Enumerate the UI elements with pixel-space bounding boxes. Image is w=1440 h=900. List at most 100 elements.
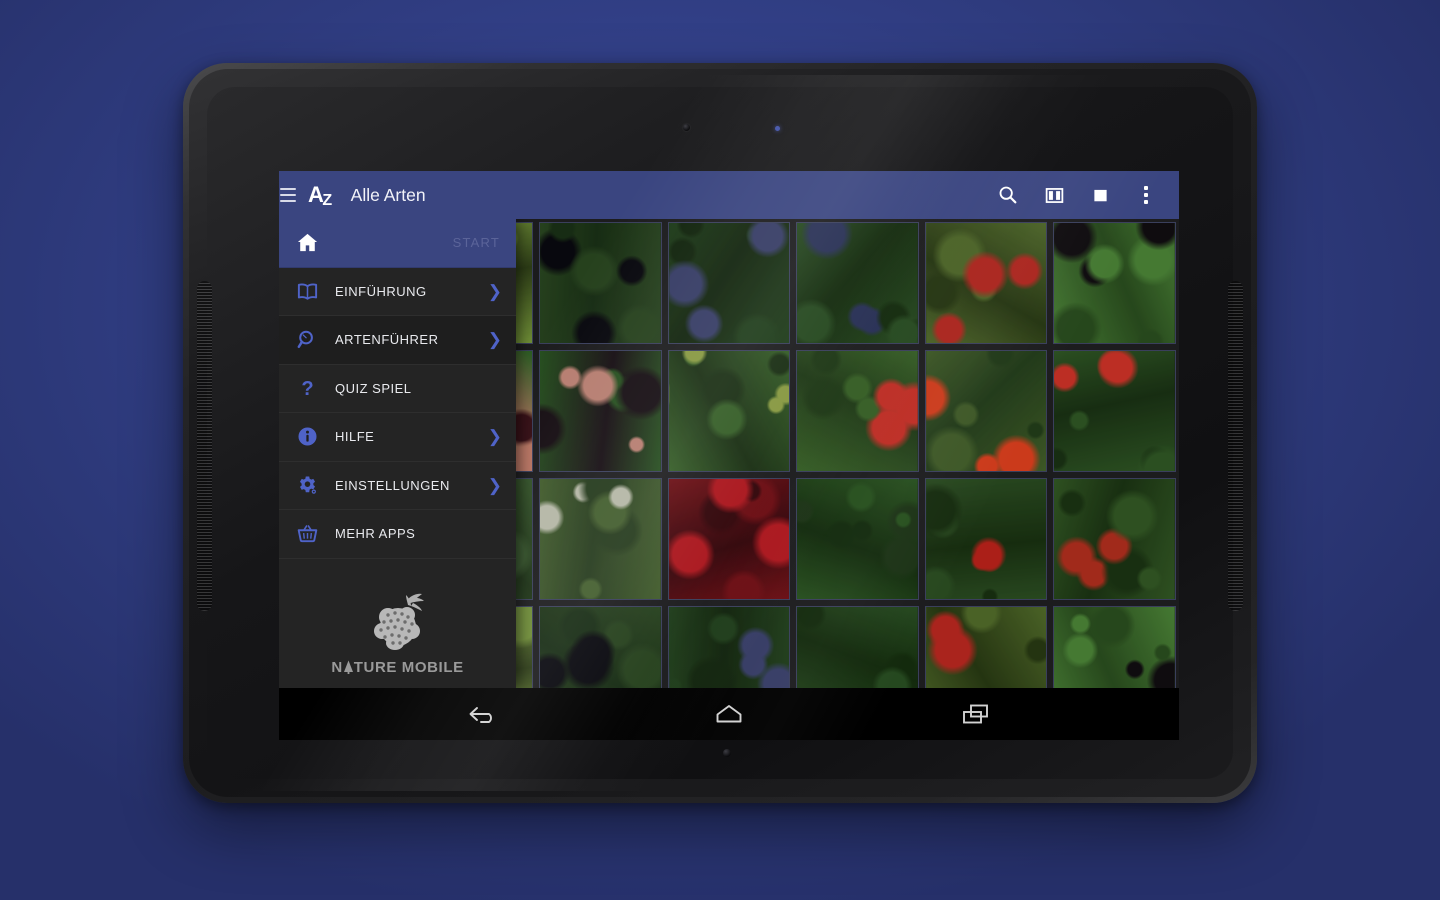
species-thumbnail[interactable] xyxy=(1053,350,1176,472)
species-thumbnail[interactable] xyxy=(539,478,662,600)
grid-cell[interactable] xyxy=(665,475,794,603)
drawer-item-mehr-apps[interactable]: MEHR APPS xyxy=(279,510,516,559)
magnifier-icon xyxy=(288,328,326,351)
drawer-item-start[interactable]: START xyxy=(279,219,516,268)
species-thumbnail[interactable] xyxy=(667,350,790,472)
home-icon xyxy=(288,231,326,254)
search-button[interactable] xyxy=(985,171,1031,219)
species-thumbnail[interactable] xyxy=(924,478,1047,600)
brand-footer: N TURE MOBILE xyxy=(279,591,516,688)
speaker-grille-left xyxy=(197,281,212,611)
grid-cell[interactable] xyxy=(665,603,794,688)
grid-cell[interactable] xyxy=(536,475,665,603)
drawer-item-einf-hrung[interactable]: EINFÜHRUNG ❯ xyxy=(279,268,516,316)
grid-cell[interactable] xyxy=(665,347,794,475)
home-button[interactable] xyxy=(689,688,769,740)
front-camera xyxy=(683,124,690,131)
grid-view-button[interactable] xyxy=(1077,171,1123,219)
brand-name-post: TURE MOBILE xyxy=(353,659,464,676)
app-bar-actions xyxy=(985,171,1179,219)
grid-cell[interactable] xyxy=(922,475,1051,603)
chevron-right-icon: ❯ xyxy=(487,330,502,350)
grid-cell[interactable] xyxy=(922,219,1051,347)
basket-icon xyxy=(288,522,326,545)
navigation-drawer: START EINFÜHRUNG ❯ ARTENFÜHRER ❯? QUIZ SPIEL H… xyxy=(279,219,516,688)
drawer-item-label: START xyxy=(452,235,500,251)
grid-cell[interactable] xyxy=(793,475,922,603)
recents-button[interactable] xyxy=(936,688,1016,740)
grid-view-icon xyxy=(1090,185,1111,206)
split-view-icon xyxy=(1044,185,1065,206)
chevron-right-icon: ❯ xyxy=(487,475,502,495)
content-area: START EINFÜHRUNG ❯ ARTENFÜHRER ❯? QUIZ SPIEL H… xyxy=(279,219,1179,688)
species-thumbnail[interactable] xyxy=(796,606,919,688)
question-mark-icon: ? xyxy=(288,377,326,400)
tree-glyph-icon xyxy=(343,659,354,676)
drawer-item-label: HILFE xyxy=(335,429,375,445)
home-pentagon-icon xyxy=(712,702,746,726)
grid-cell[interactable] xyxy=(1050,347,1179,475)
grid-cell[interactable] xyxy=(793,603,922,688)
grid-cell[interactable] xyxy=(922,603,1051,688)
grid-cell[interactable] xyxy=(536,219,665,347)
grid-cell[interactable] xyxy=(793,219,922,347)
grid-cell[interactable] xyxy=(922,347,1051,475)
species-thumbnail[interactable] xyxy=(924,350,1047,472)
species-thumbnail[interactable] xyxy=(667,606,790,688)
drawer-item-label: MEHR APPS xyxy=(335,526,416,542)
overflow-menu-button[interactable] xyxy=(1123,171,1169,219)
brand-name-pre: N xyxy=(331,659,343,676)
book-icon xyxy=(288,280,326,303)
species-thumbnail[interactable] xyxy=(1053,478,1176,600)
drawer-item-quiz-spiel[interactable]: ? QUIZ SPIEL xyxy=(279,365,516,413)
back-arrow-icon xyxy=(465,702,499,726)
gear-icon xyxy=(288,474,326,497)
svg-text:?: ? xyxy=(301,378,313,400)
chevron-right-icon: ❯ xyxy=(487,281,502,301)
grid-cell[interactable] xyxy=(793,347,922,475)
screenshot-scene: AZ Alle Arten START EINFÜHRUNG ❯ ARTENFÜ… xyxy=(0,0,1440,900)
search-icon xyxy=(997,184,1019,206)
berry-logo-icon xyxy=(362,591,434,656)
species-thumbnail[interactable] xyxy=(796,350,919,472)
species-thumbnail[interactable] xyxy=(667,222,790,344)
species-thumbnail[interactable] xyxy=(796,478,919,600)
back-button[interactable] xyxy=(442,688,522,740)
drawer-item-artenf-hrer[interactable]: ARTENFÜHRER ❯ xyxy=(279,316,516,365)
page-title: Alle Arten xyxy=(350,184,426,205)
overflow-menu-icon xyxy=(1144,186,1148,204)
drawer-item-label: ARTENFÜHRER xyxy=(335,332,439,348)
brand-name: N TURE MOBILE xyxy=(331,659,463,676)
species-thumbnail[interactable] xyxy=(539,606,662,688)
info-icon xyxy=(288,425,326,448)
hamburger-menu-icon[interactable] xyxy=(280,188,296,202)
tablet-body: AZ Alle Arten START EINFÜHRUNG ❯ ARTENFÜ… xyxy=(189,69,1251,797)
drawer-item-einstellungen[interactable]: EINSTELLUNGEN ❯ xyxy=(279,462,516,510)
az-logo-z: Z xyxy=(322,192,332,209)
grid-cell[interactable] xyxy=(1050,219,1179,347)
android-navigation-bar xyxy=(279,688,1179,740)
drawer-item-label: EINFÜHRUNG xyxy=(335,283,427,299)
split-view-button[interactable] xyxy=(1031,171,1077,219)
grid-cell[interactable] xyxy=(1050,475,1179,603)
species-thumbnail[interactable] xyxy=(1053,606,1176,688)
species-thumbnail[interactable] xyxy=(796,222,919,344)
grid-cell[interactable] xyxy=(1050,603,1179,688)
az-logo-icon: AZ xyxy=(308,184,333,209)
grid-cell[interactable] xyxy=(665,219,794,347)
species-thumbnail[interactable] xyxy=(539,222,662,344)
drawer-item-list: START EINFÜHRUNG ❯ ARTENFÜHRER ❯? QUIZ SPIEL H… xyxy=(279,219,516,559)
species-thumbnail[interactable] xyxy=(1053,222,1176,344)
chevron-right-icon: ❯ xyxy=(487,427,502,447)
grid-cell[interactable] xyxy=(536,347,665,475)
species-thumbnail[interactable] xyxy=(924,222,1047,344)
drawer-item-hilfe[interactable]: HILFE ❯ xyxy=(279,413,516,462)
bottom-sensor xyxy=(723,749,731,757)
species-thumbnail[interactable] xyxy=(667,478,790,600)
status-led xyxy=(775,126,780,131)
speaker-grille-right xyxy=(1228,281,1243,611)
species-thumbnail[interactable] xyxy=(924,606,1047,688)
grid-cell[interactable] xyxy=(536,603,665,688)
species-thumbnail[interactable] xyxy=(539,350,662,472)
tablet-screen: AZ Alle Arten START EINFÜHRUNG ❯ ARTENFÜ… xyxy=(279,171,1179,740)
